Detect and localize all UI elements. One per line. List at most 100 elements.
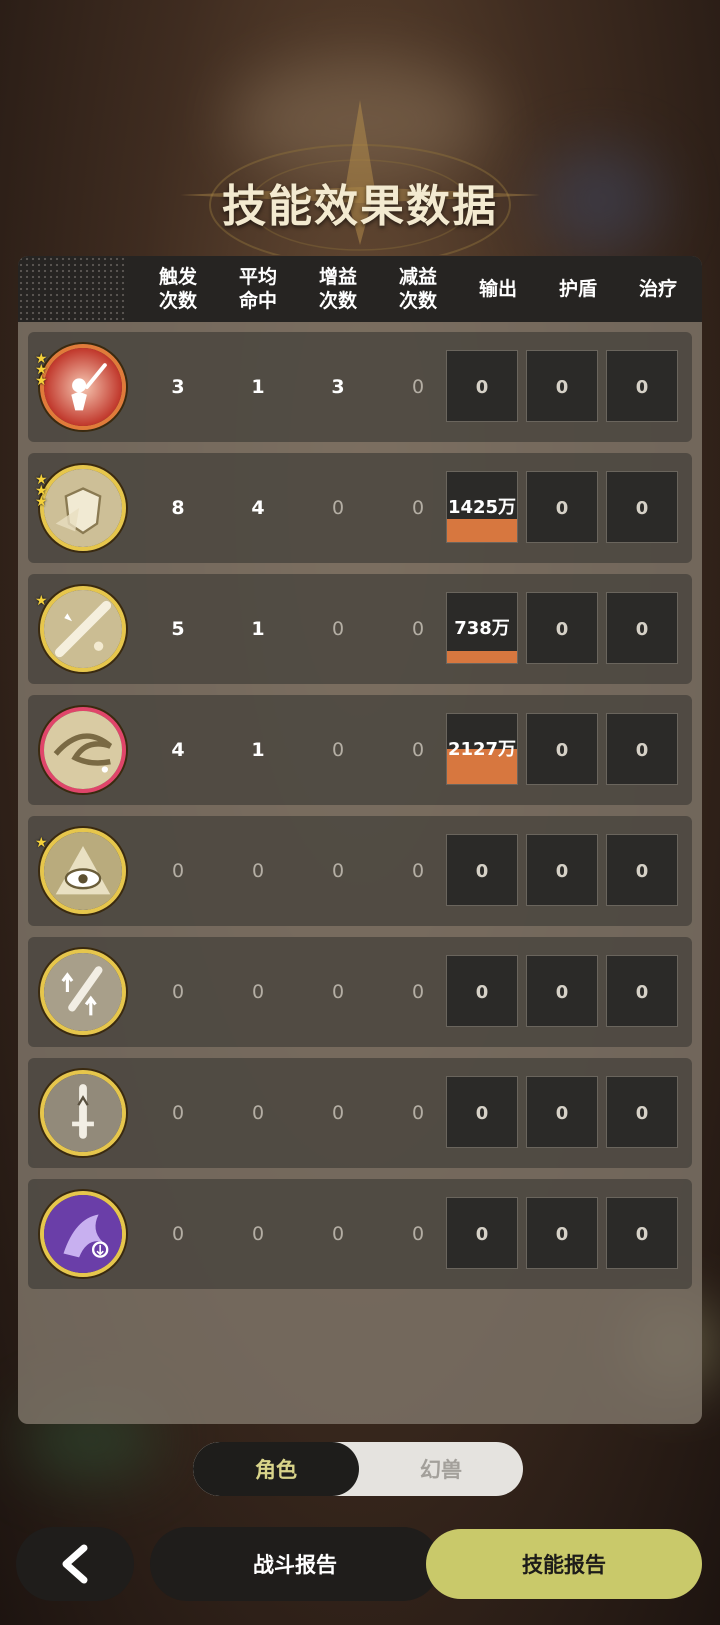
stat-heal-value: 0 xyxy=(635,376,649,398)
skill-row: ★ ★ ★ 8 4 0 0 1425万 0 0 xyxy=(28,453,692,563)
stat-output-value: 0 xyxy=(475,981,489,1003)
column-header: 触发 次数 xyxy=(158,266,197,312)
skill-row: 4 1 0 0 2127万 0 0 xyxy=(28,695,692,805)
stat-shield-value: 0 xyxy=(555,860,569,882)
stat-output-value: 738万 xyxy=(454,618,510,639)
stat-output-value: 0 xyxy=(475,1102,489,1124)
stat-heal-box: 0 xyxy=(606,471,678,543)
column-header: 护盾 xyxy=(558,278,597,300)
whirlwind-icon[interactable] xyxy=(40,707,126,793)
stat-shield-value: 0 xyxy=(555,1102,569,1124)
stat-output-box: 0 xyxy=(446,834,518,906)
stat-buff: 0 xyxy=(331,1102,345,1124)
toggle-beast[interactable]: 幻兽 xyxy=(359,1442,523,1496)
header-pattern xyxy=(18,256,128,322)
skill-data-panel: 触发 次数 平均 命中 增益 次数 减益 次数 输出 护盾 治疗 ★ ★ ★ 3 1 3 0 0 0 0 ★ ★ ★… xyxy=(18,256,702,1424)
stat-output-value: 0 xyxy=(475,1223,489,1245)
column-header: 增益 次数 xyxy=(318,266,357,312)
stat-output-box: 2127万 xyxy=(446,713,518,785)
column-header: 平均 命中 xyxy=(238,266,277,312)
stat-shield-box: 0 xyxy=(526,955,598,1027)
stat-shield-box: 0 xyxy=(526,592,598,664)
skill-row: 0000000 xyxy=(28,1179,692,1289)
role-toggle[interactable]: 角色 幻兽 xyxy=(193,1442,523,1496)
stat-shield-value: 0 xyxy=(555,739,569,761)
skill-row: 0000000 xyxy=(28,1058,692,1168)
stat-output-box: 0 xyxy=(446,1076,518,1148)
stat-heal-box: 0 xyxy=(606,955,678,1027)
stat-heal-value: 0 xyxy=(635,1223,649,1245)
stat-avg-hit: 1 xyxy=(251,739,265,761)
stat-shield-box: 0 xyxy=(526,834,598,906)
stat-trigger: 0 xyxy=(171,1223,185,1245)
back-arrow-icon xyxy=(62,1544,88,1584)
star-icon: ★ xyxy=(35,593,48,609)
stat-avg-hit: 1 xyxy=(251,618,265,640)
stat-shield-value: 0 xyxy=(555,376,569,398)
stat-heal-box: 0 xyxy=(606,350,678,422)
stat-buff: 3 xyxy=(331,376,345,398)
stat-heal-box: 0 xyxy=(606,1197,678,1269)
star-rating: ★ ★ ★ xyxy=(35,473,53,509)
stat-buff: 0 xyxy=(331,497,345,519)
stat-output-value: 1425万 xyxy=(447,497,517,518)
stat-trigger: 0 xyxy=(171,981,185,1003)
battle-report-button[interactable]: 战斗报告 xyxy=(150,1527,440,1601)
stat-avg-hit: 0 xyxy=(251,981,265,1003)
stat-output-box: 1425万 xyxy=(446,471,518,543)
stat-heal-box: 0 xyxy=(606,834,678,906)
stat-heal-box: 0 xyxy=(606,592,678,664)
stat-avg-hit: 0 xyxy=(251,860,265,882)
stat-avg-hit: 1 xyxy=(251,376,265,398)
column-header: 治疗 xyxy=(638,278,677,300)
stat-buff: 0 xyxy=(331,739,345,761)
stat-buff: 0 xyxy=(331,860,345,882)
dagger-up-icon[interactable] xyxy=(40,1070,126,1156)
star-rating: ★ xyxy=(35,593,53,609)
stat-heal-value: 0 xyxy=(635,1102,649,1124)
stat-heal-value: 0 xyxy=(635,618,649,640)
stat-heal-box: 0 xyxy=(606,713,678,785)
stat-trigger: 0 xyxy=(171,860,185,882)
stat-shield-value: 0 xyxy=(555,1223,569,1245)
skill-row: ★ 5 1 0 0 738万 0 0 xyxy=(28,574,692,684)
stat-shield-value: 0 xyxy=(555,618,569,640)
stat-heal-value: 0 xyxy=(635,739,649,761)
stat-shield-box: 0 xyxy=(526,713,598,785)
stat-shield-box: 0 xyxy=(526,471,598,543)
stat-heal-value: 0 xyxy=(635,497,649,519)
stat-shield-value: 0 xyxy=(555,981,569,1003)
stat-shield-box: 0 xyxy=(526,1197,598,1269)
stat-trigger: 5 xyxy=(171,618,185,640)
stat-shield-box: 0 xyxy=(526,350,598,422)
skill-row: ★ 0 0 0 0 0 0 0 xyxy=(28,816,692,926)
star-icon: ★ xyxy=(35,835,48,851)
stat-avg-hit: 4 xyxy=(251,497,265,519)
stat-avg-hit: 0 xyxy=(251,1223,265,1245)
skill-row: ★ ★ ★ 3 1 3 0 0 0 0 xyxy=(28,332,692,442)
stat-heal-value: 0 xyxy=(635,981,649,1003)
stat-buff: 0 xyxy=(331,1223,345,1245)
toggle-character[interactable]: 角色 xyxy=(193,1442,359,1496)
stat-shield-box: 0 xyxy=(526,1076,598,1148)
stat-avg-hit: 0 xyxy=(251,1102,265,1124)
page-title: 技能效果数据 xyxy=(222,181,498,232)
purple-dragon-icon[interactable] xyxy=(40,1191,126,1277)
stat-trigger: 8 xyxy=(171,497,185,519)
stat-output-value: 2127万 xyxy=(447,739,517,760)
stat-buff: 0 xyxy=(331,618,345,640)
star-rating: ★ ★ ★ xyxy=(35,352,53,389)
stat-buff: 0 xyxy=(331,981,345,1003)
skill-report-button[interactable]: 技能报告 xyxy=(426,1529,702,1599)
star-icon: ★ xyxy=(35,373,48,389)
table-header: 触发 次数 平均 命中 增益 次数 减益 次数 输出 护盾 治疗 xyxy=(18,256,702,322)
stat-trigger: 4 xyxy=(171,739,185,761)
stat-heal-box: 0 xyxy=(606,1076,678,1148)
stat-output-box: 0 xyxy=(446,955,518,1027)
stat-shield-value: 0 xyxy=(555,497,569,519)
column-header: 减益 次数 xyxy=(398,266,437,312)
sword-up-icon[interactable] xyxy=(40,949,126,1035)
stat-output-value: 0 xyxy=(475,376,489,398)
back-button[interactable] xyxy=(16,1527,134,1601)
skill-row: 0000000 xyxy=(28,937,692,1047)
